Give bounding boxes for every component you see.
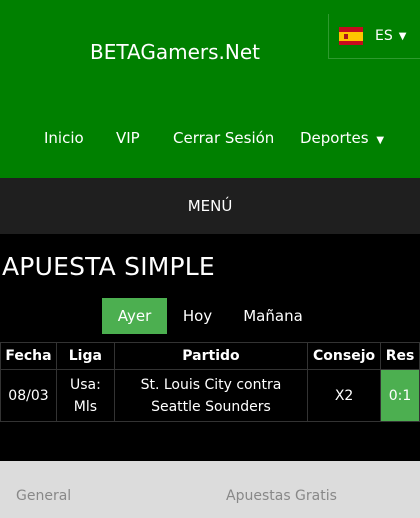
language-selector[interactable]: ES ▼ — [328, 14, 420, 59]
page-title: APUESTA SIMPLE — [2, 252, 215, 281]
cell-partido: St. Louis City contra Seattle Sounders — [113, 369, 309, 422]
spain-flag-icon — [339, 27, 363, 45]
table-header-row: Fecha Liga Partido Consejo Res — [0, 342, 420, 370]
caret-down-icon: ▼ — [376, 135, 385, 146]
column-header-fecha: Fecha — [0, 342, 57, 370]
table-row: 08/03 Usa: Mls St. Louis City contra Sea… — [0, 369, 420, 422]
tab-hoy[interactable]: Hoy — [175, 298, 220, 334]
column-header-partido: Partido — [113, 342, 309, 370]
cell-res: 0:1 — [380, 369, 420, 422]
footer-link-apuestas-gratis[interactable]: Apuestas Gratis — [226, 488, 337, 504]
cell-consejo: X2 — [307, 369, 382, 422]
column-header-res: Res — [380, 342, 420, 370]
predictions-table: Fecha Liga Partido Consejo Res 08/03 Usa… — [0, 342, 420, 422]
cell-fecha: 08/03 — [0, 369, 57, 422]
nav-vip[interactable]: VIP — [116, 129, 140, 147]
menu-toggle[interactable]: MENÚ — [0, 178, 420, 234]
footer: General Apuestas Gratis — [0, 461, 420, 518]
language-code: ES — [375, 28, 393, 44]
caret-down-icon: ▼ — [398, 30, 407, 42]
nav-cerrar-sesion[interactable]: Cerrar Sesión — [173, 129, 274, 147]
header: BETAGamers.Net ES ▼ Inicio VIP Cerrar Se… — [0, 0, 420, 178]
nav-inicio[interactable]: Inicio — [44, 129, 84, 147]
tab-manana[interactable]: Mañana — [236, 298, 310, 334]
site-brand[interactable]: BETAGamers.Net — [90, 40, 260, 64]
column-header-consejo: Consejo — [307, 342, 382, 370]
footer-link-general[interactable]: General — [16, 488, 71, 504]
nav-deportes-label: Deportes — [300, 129, 369, 147]
cell-liga: Usa: Mls — [55, 369, 115, 422]
nav-deportes[interactable]: Deportes ▼ — [300, 129, 384, 147]
column-header-liga: Liga — [55, 342, 115, 370]
main-content: APUESTA SIMPLE Ayer Hoy Mañana Fecha Lig… — [0, 234, 420, 461]
tab-ayer[interactable]: Ayer — [102, 298, 167, 334]
